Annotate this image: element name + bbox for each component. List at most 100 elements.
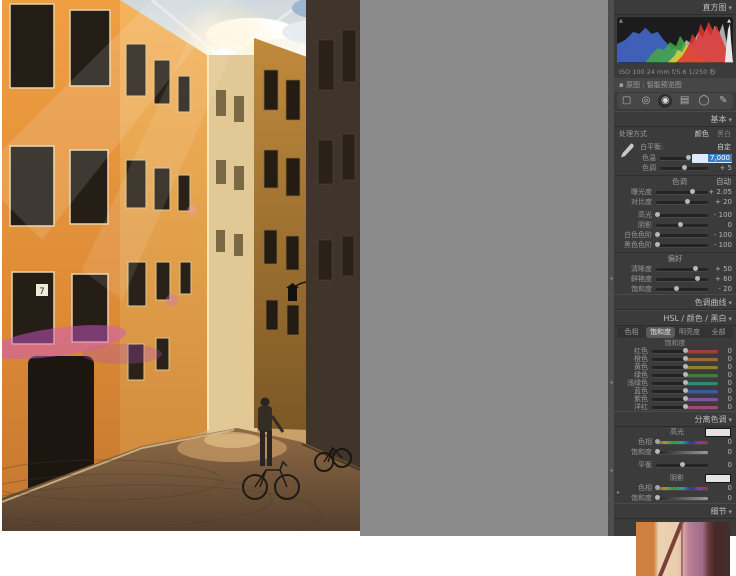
photo-canvas[interactable]: 7 [2,0,360,531]
whites-slider[interactable] [656,234,708,237]
treatment-row: 处理方式 颜色 黑白 [614,127,736,140]
blacks-slider-thumb[interactable] [655,242,660,247]
spot-removal-icon[interactable]: ◎ [639,94,653,108]
balance-slider[interactable] [656,464,708,467]
shadow-color-swatch[interactable] [705,474,731,483]
orange-value: 0 [718,355,732,363]
detail-preview[interactable] [636,522,730,576]
histogram[interactable]: ▲ ▲ [617,17,733,63]
green-saturation-slider[interactable] [652,374,718,377]
saturation-slider-thumb[interactable] [674,286,679,291]
temp-value-field[interactable]: 7,000 [692,154,732,163]
histogram-title: 直方图 [702,2,726,13]
contrast-slider[interactable] [656,201,708,204]
basic-panel-header[interactable]: 基本 [614,111,736,127]
vibrance-slider[interactable] [656,278,708,281]
detail-preview-toggle-icon[interactable]: ▸ [617,489,620,496]
graduated-filter-icon[interactable]: ▤ [678,94,692,108]
blue-value: 0 [718,387,732,395]
balance-thumb[interactable] [680,462,685,467]
green-slider-thumb[interactable] [683,372,688,377]
hsl-section-label: 饱和度 [614,339,736,347]
highlight-saturation-slider[interactable] [656,451,708,454]
aqua-saturation-slider[interactable] [652,382,718,385]
adjustment-brush-icon[interactable]: ✎ [716,94,730,108]
temp-slider[interactable] [660,157,692,160]
temp-slider-thumb[interactable] [686,155,691,160]
hl-sat-thumb[interactable] [655,449,660,454]
vibrance-value: + 60 [708,275,732,283]
hl-sat-label: 饱和度 [618,447,656,457]
sh-hue-thumb[interactable] [655,485,660,490]
sh-sat-thumb[interactable] [655,495,660,500]
workspace-background [360,0,608,536]
highlight-color-swatch[interactable] [705,428,731,437]
yellow-value: 0 [718,363,732,371]
blue-saturation-slider[interactable] [652,390,718,393]
magenta-saturation-slider[interactable] [652,406,718,409]
sh-hue-label: 色相 [618,483,656,493]
treatment-bw-option[interactable]: 黑白 [711,130,731,138]
blacks-slider[interactable] [656,244,708,247]
tint-value: + 5 [708,164,732,172]
aqua-slider-thumb[interactable] [683,380,688,385]
tab-luminance[interactable]: 明亮度 [675,327,704,338]
clarity-label: 清晰度 [618,264,656,274]
white-balance-eyedropper-icon[interactable] [618,142,634,162]
crop-tool-icon[interactable]: ▢ [620,94,634,108]
whites-slider-thumb[interactable] [655,232,660,237]
red-slider-thumb[interactable] [683,348,688,353]
orange-saturation-slider[interactable] [652,358,718,361]
purple-saturation-slider[interactable] [652,398,718,401]
highlights-value: - 100 [708,211,732,219]
exposure-slider-thumb[interactable] [690,189,695,194]
white-balance-value[interactable]: 自定 [717,142,731,152]
smart-preview-status[interactable]: ▪ 原图 : 智能预览图 [614,78,736,92]
yellow-saturation-slider[interactable] [652,366,718,369]
highlight-hue-slider[interactable] [656,441,708,444]
yellow-slider-thumb[interactable] [683,364,688,369]
detail-panel-header[interactable]: 细节 [614,503,736,519]
tab-saturation[interactable]: 饱和度 [646,327,675,338]
tab-all[interactable]: 全部 [704,327,733,338]
red-label: 红色 [618,347,652,355]
clarity-slider[interactable] [656,268,708,271]
tint-slider[interactable] [660,167,708,170]
contrast-value: + 20 [708,198,732,206]
clarity-slider-thumb[interactable] [693,266,698,271]
chevron-down-icon [728,508,732,516]
tint-label: 色调 [638,163,660,173]
highlights-slider[interactable] [656,214,708,217]
purple-slider-thumb[interactable] [683,396,688,401]
hl-hue-thumb[interactable] [655,439,660,444]
contrast-slider-thumb[interactable] [685,199,690,204]
highlights-slider-thumb[interactable] [655,212,660,217]
hsl-panel-header[interactable]: HSL / 颜色 / 黑白 [614,310,736,326]
radial-filter-icon[interactable]: ◯ [697,94,711,108]
vibrance-slider-thumb[interactable] [695,276,700,281]
auto-tone-button[interactable]: 自动 [716,176,731,187]
split-toning-header[interactable]: 分离色调 [614,411,736,427]
treatment-color-option[interactable]: 颜色 [695,130,709,138]
shadow-hue-slider[interactable] [656,487,708,490]
shadows-slider-thumb[interactable] [678,222,683,227]
green-label: 绿色 [618,371,652,379]
hl-hue-value: 0 [708,438,732,446]
exposure-label: 曝光度 [618,187,656,197]
tab-hue[interactable]: 色相 [617,327,646,338]
tint-slider-thumb[interactable] [682,165,687,170]
whites-value: - 100 [708,231,732,239]
tone-curve-header[interactable]: 色调曲线 [614,294,736,310]
shadows-slider[interactable] [656,224,708,227]
saturation-slider[interactable] [656,288,708,291]
orange-slider-thumb[interactable] [683,356,688,361]
blue-slider-thumb[interactable] [683,388,688,393]
red-saturation-slider[interactable] [652,350,718,353]
magenta-slider-thumb[interactable] [683,404,688,409]
red-eye-icon[interactable]: ◉ [658,94,672,108]
histogram-header[interactable]: 直方图 [614,0,736,15]
exposure-slider[interactable] [656,191,708,194]
shadow-saturation-slider[interactable] [656,497,708,500]
blacks-value: - 100 [708,241,732,249]
highlights-label: 高光 [618,210,656,220]
